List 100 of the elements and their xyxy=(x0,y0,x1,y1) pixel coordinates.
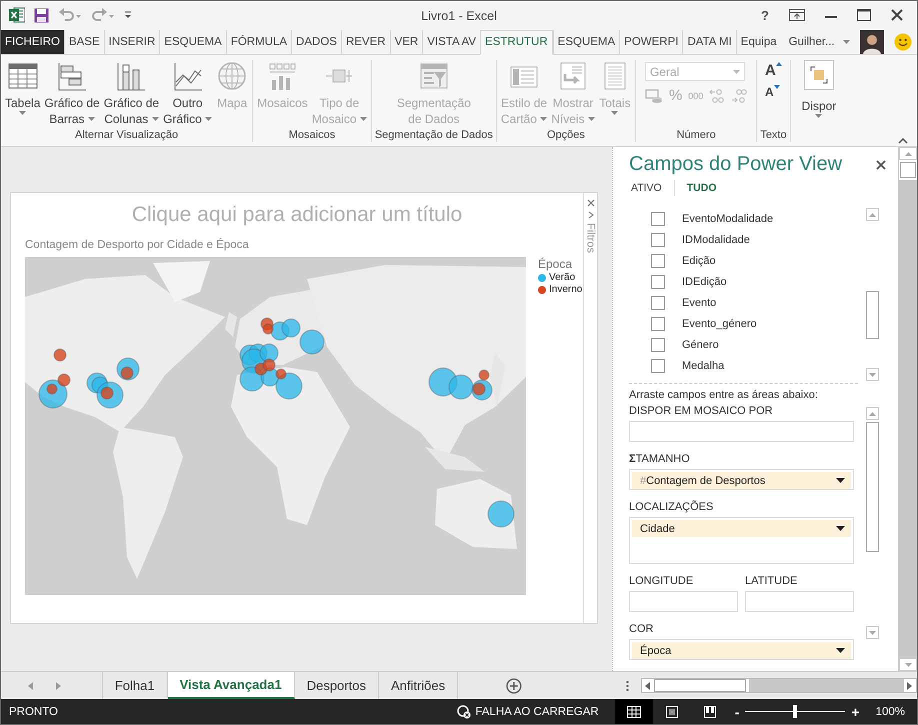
group-label: Mosaicos xyxy=(288,129,336,142)
field-chip[interactable]: Cidade xyxy=(632,520,851,538)
decrease-decimal-icon[interactable] xyxy=(709,88,726,103)
zoom-level: 100% xyxy=(876,706,905,718)
ribbon-display-icon[interactable] xyxy=(789,9,805,22)
field-item[interactable]: Medalha xyxy=(651,355,866,376)
scroll-thumb[interactable] xyxy=(866,291,879,340)
undo-icon[interactable] xyxy=(58,8,82,22)
checkbox[interactable] xyxy=(651,296,665,310)
checkbox[interactable] xyxy=(651,338,665,352)
down-triangle-icon xyxy=(774,85,780,90)
field-item[interactable]: Edição xyxy=(651,250,866,272)
ribbon-tab[interactable]: ESQUEMA xyxy=(159,30,226,54)
chart-title: Contagem de Desporto por Cidade e Época xyxy=(25,239,250,252)
help-button[interactable]: ? xyxy=(761,8,769,23)
save-icon[interactable] xyxy=(34,8,49,23)
caret-icon xyxy=(732,70,740,74)
ribbon-button[interactable]: Tabela xyxy=(4,60,42,130)
close-icon[interactable] xyxy=(586,199,594,208)
dropdown-arrow-icon[interactable] xyxy=(836,478,845,484)
smiley-icon[interactable] xyxy=(894,32,912,51)
sheet-tab[interactable]: Vista Avançada1 xyxy=(168,672,295,699)
drop-zone[interactable]: Cidade xyxy=(629,517,854,564)
status-text: PRONTO xyxy=(9,706,58,718)
scrollbar[interactable] xyxy=(866,407,879,640)
dropdown-arrow-icon[interactable] xyxy=(836,526,845,532)
slider-thumb[interactable] xyxy=(793,705,798,718)
arrange-button[interactable]: Dispor xyxy=(798,60,840,118)
scrollbar[interactable] xyxy=(640,678,917,694)
area-label: LOCALIZAÇÕES xyxy=(629,501,714,514)
decrease-font-button[interactable]: A xyxy=(765,85,782,100)
dropdown-arrow-icon[interactable] xyxy=(836,648,845,654)
avatar-icon[interactable] xyxy=(860,30,884,54)
column-chart-icon xyxy=(115,60,148,92)
ribbon-button[interactable]: Gráfico de Colunas xyxy=(102,60,160,130)
caret-icon xyxy=(869,630,876,635)
scroll-thumb[interactable] xyxy=(654,679,746,692)
field-item[interactable]: Evento xyxy=(651,292,866,314)
field-item[interactable]: Evento_género xyxy=(651,313,866,334)
collapse-ribbon-icon[interactable] xyxy=(898,138,908,144)
previous-sheet-icon[interactable] xyxy=(28,682,34,690)
customize-caret-icon[interactable] xyxy=(124,11,132,20)
ribbon-tab[interactable]: Equipa xyxy=(736,30,781,54)
normal-view-button[interactable] xyxy=(614,699,653,724)
ribbon-tab[interactable]: INSERIR xyxy=(104,30,160,54)
currency-icon[interactable] xyxy=(644,88,663,103)
caret-icon xyxy=(904,662,912,667)
field-item[interactable]: Género xyxy=(651,334,866,356)
checkbox[interactable] xyxy=(651,274,665,289)
ribbon-tab[interactable]: BASE xyxy=(64,30,104,54)
checkbox[interactable] xyxy=(651,254,665,268)
zoom-in-button[interactable]: + xyxy=(851,704,860,720)
globe-icon xyxy=(216,60,248,92)
ribbon-tab[interactable]: FÓRMULA xyxy=(226,30,292,54)
group-label: Número xyxy=(676,129,716,142)
scrollbar[interactable] xyxy=(898,147,917,672)
close-icon[interactable] xyxy=(876,160,886,170)
file-tab[interactable]: FICHEIRO xyxy=(1,30,64,54)
checkbox[interactable] xyxy=(651,212,665,226)
chevron-icon[interactable] xyxy=(588,211,594,220)
arrange-icon xyxy=(810,66,828,84)
panel-tab[interactable]: TUDO xyxy=(686,182,716,194)
panel-title: Campos do Power View xyxy=(629,153,842,176)
area-label: LATITUDE xyxy=(745,575,798,588)
ribbon-tab[interactable]: REVER xyxy=(340,30,390,54)
line-chart-icon xyxy=(172,60,204,92)
field-item[interactable]: EventoModalidade xyxy=(651,208,866,230)
spreadsheet-app-icon[interactable] xyxy=(9,7,25,24)
ribbon-tab[interactable]: DADOS xyxy=(291,30,341,54)
checkbox[interactable] xyxy=(651,232,665,247)
maximize-icon[interactable] xyxy=(857,9,871,22)
group-label: Opções xyxy=(546,129,585,142)
field-item[interactable]: IDEdição xyxy=(651,271,866,292)
more-icon[interactable] xyxy=(626,680,629,692)
next-sheet-icon[interactable] xyxy=(56,682,62,690)
scroll-thumb[interactable] xyxy=(866,422,879,552)
group-label: Texto xyxy=(760,129,787,142)
redo-icon[interactable] xyxy=(91,8,115,22)
checkbox[interactable] xyxy=(651,358,665,373)
ribbon-tab[interactable]: POWERPI xyxy=(619,30,682,54)
account-menu[interactable]: Guilher... xyxy=(788,36,850,48)
increase-font-button[interactable]: A xyxy=(765,62,782,80)
add-sheet-icon[interactable] xyxy=(506,678,522,694)
close-icon[interactable] xyxy=(891,9,903,22)
field-item[interactable]: IDModalidade xyxy=(651,229,866,250)
scroll-left-icon[interactable] xyxy=(644,682,651,690)
ribbon-tab[interactable]: ESTRUTUR xyxy=(480,30,553,56)
ribbon-tab[interactable]: DATA MI xyxy=(682,30,736,54)
scroll-right-icon[interactable] xyxy=(906,682,913,690)
area-label: DISPOR EM MOSAICO POR xyxy=(629,405,774,418)
scrollbar[interactable] xyxy=(866,208,879,382)
zoom-out-button[interactable]: - xyxy=(734,704,740,720)
ribbon-tab[interactable]: VER xyxy=(390,30,422,54)
ribbon-button[interactable]: Outro Gráfico xyxy=(162,60,214,130)
increase-decimal-icon[interactable] xyxy=(731,88,748,103)
scroll-thumb[interactable] xyxy=(900,162,916,178)
ribbon-button[interactable]: Gráfico de Barras xyxy=(43,60,101,130)
checkbox[interactable] xyxy=(651,316,665,331)
ribbon-tab[interactable]: ESQUEMA xyxy=(552,30,620,54)
panel-tab[interactable]: ATIVO xyxy=(631,182,662,194)
